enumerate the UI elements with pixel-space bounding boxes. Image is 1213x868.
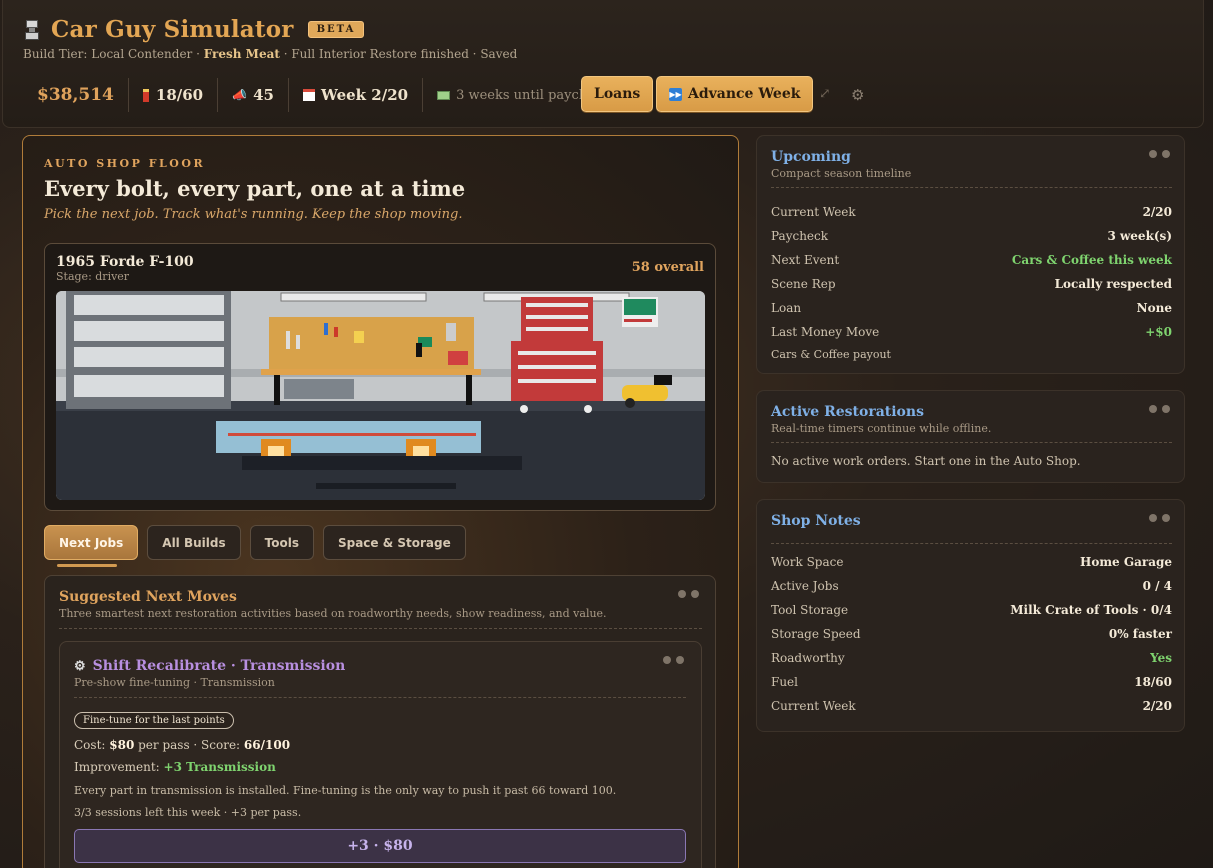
restorations-menu-dots-icon[interactable] xyxy=(1144,405,1170,413)
notes-menu-dots-icon[interactable] xyxy=(1144,514,1170,522)
upcoming-subtitle: Compact season timeline xyxy=(771,167,912,180)
job-description: Every part in transmission is installed.… xyxy=(74,784,617,797)
notes-row: Current Week 2/20 xyxy=(771,699,1172,713)
upcoming-row: Loan None xyxy=(771,301,1172,315)
upcoming-row: Last Money Move +$0 xyxy=(771,325,1172,339)
garage-illustration xyxy=(56,291,705,500)
job-card: ⚙ Shift Recalibrate · Transmission Pre-sh… xyxy=(59,641,702,868)
active-tab-indicator xyxy=(57,564,117,567)
upcoming-panel: Upcoming Compact season timeline Current… xyxy=(756,135,1185,374)
upcoming-row: Paycheck 3 week(s) xyxy=(771,229,1172,243)
upcoming-title: Upcoming xyxy=(771,149,851,165)
divider xyxy=(59,628,702,629)
job-subtitle: Pre-show fine-tuning · Transmission xyxy=(74,676,275,689)
divider xyxy=(74,697,686,698)
beta-badge: BETA xyxy=(307,21,365,38)
garage-scene-image xyxy=(56,291,705,500)
notes-row: Storage Speed 0% faster xyxy=(771,627,1172,641)
notes-row: Active Jobs 0 / 4 xyxy=(771,579,1172,593)
gear-icon: ⚙ xyxy=(74,658,86,674)
stats-row: $38,514 18/60 📣 45 Week 2/20 3 weeks unti… xyxy=(23,76,624,114)
upcoming-row: Scene Rep Locally respected xyxy=(771,277,1172,291)
toolbox-logo-icon xyxy=(23,18,43,42)
notes-row: Fuel 18/60 xyxy=(771,675,1172,689)
shop-notes-panel: Shop Notes Work Space Home Garage Active … xyxy=(756,499,1185,732)
upcoming-row: Next Event Cars & Coffee this week xyxy=(771,253,1172,267)
app-title: Car Guy Simulator xyxy=(51,16,294,43)
tier-name: Fresh Meat xyxy=(203,47,280,61)
restorations-subtitle: Real-time timers continue while offline. xyxy=(771,422,992,435)
week-stat: Week 2/20 xyxy=(289,78,424,112)
expand-icon[interactable]: ⤢ xyxy=(819,86,831,102)
money-stat: $38,514 xyxy=(23,78,129,112)
upcoming-menu-dots-icon[interactable] xyxy=(1144,150,1170,158)
car-overall-score: 58 overall xyxy=(631,260,704,275)
job-title[interactable]: ⚙ Shift Recalibrate · Transmission xyxy=(74,658,345,674)
moves-title: Suggested Next Moves xyxy=(59,589,237,605)
tab-space-storage[interactable]: Space & Storage xyxy=(322,525,466,560)
tab-next-jobs[interactable]: Next Jobs xyxy=(44,525,139,560)
job-sessions: 3/3 sessions left this week · +3 per pas… xyxy=(74,806,302,819)
calendar-icon xyxy=(302,89,315,101)
job-cost-line: Cost: $80 per pass · Score: 66/100 xyxy=(74,738,291,752)
notes-row: Work Space Home Garage xyxy=(771,555,1172,569)
run-pass-button[interactable]: +3 · $80 xyxy=(74,829,686,863)
upcoming-row: Current Week 2/20 xyxy=(771,205,1172,219)
car-name: 1965 Forde F-100 xyxy=(56,254,194,270)
tab-all-builds[interactable]: All Builds xyxy=(147,525,241,560)
upcoming-row: Cars & Coffee payout xyxy=(771,348,891,361)
car-card: 1965 Forde F-100 Stage: driver 58 overal… xyxy=(44,243,716,511)
tab-tools[interactable]: Tools xyxy=(249,525,314,560)
notes-title: Shop Notes xyxy=(771,513,861,529)
cash-icon xyxy=(437,90,451,100)
settings-gear-icon[interactable]: ⚙ xyxy=(851,86,864,104)
shop-tabs: Next Jobs All Builds Tools Space & Stora… xyxy=(44,525,475,560)
auto-shop-panel: AUTO SHOP FLOOR Every bolt, every part, … xyxy=(22,135,739,868)
fuel-stat: 18/60 xyxy=(129,78,219,112)
shop-tagline: Pick the next job. Track what's running.… xyxy=(44,207,463,222)
build-tier-subline: Build Tier: Local Contender · Fresh Meat… xyxy=(23,47,518,61)
car-stage: Stage: driver xyxy=(56,270,130,283)
fuel-can-icon xyxy=(142,88,149,102)
rep-stat: 📣 45 xyxy=(218,78,289,112)
advance-week-button[interactable]: ▶▶ Advance Week xyxy=(656,76,814,112)
moves-subtitle: Three smartest next restoration activiti… xyxy=(59,607,607,620)
active-restorations-panel: Active Restorations Real-time timers con… xyxy=(756,390,1185,483)
job-improvement-line: Improvement: +3 Transmission xyxy=(74,760,276,774)
restorations-title: Active Restorations xyxy=(771,404,924,420)
notes-row: Roadworthy Yes xyxy=(771,651,1172,665)
megaphone-icon: 📣 xyxy=(232,88,248,102)
divider xyxy=(771,187,1172,188)
title-row: Car Guy Simulator BETA xyxy=(23,16,365,43)
notes-row: Tool Storage Milk Crate of Tools · 0/4 xyxy=(771,603,1172,617)
divider xyxy=(771,442,1172,443)
fast-forward-icon: ▶▶ xyxy=(669,87,682,101)
shop-title: Every bolt, every part, one at a time xyxy=(44,176,466,201)
suggested-moves-panel: Suggested Next Moves Three smartest next… xyxy=(44,575,716,868)
top-header: Car Guy Simulator BETA Build Tier: Local… xyxy=(2,0,1204,128)
divider xyxy=(771,543,1172,544)
job-menu-dots-icon[interactable] xyxy=(658,656,684,664)
section-eyebrow: AUTO SHOP FLOOR xyxy=(44,157,206,170)
restorations-empty-message: No active work orders. Start one in the … xyxy=(771,454,1081,468)
loans-button[interactable]: Loans xyxy=(581,76,654,112)
panel-menu-dots-icon[interactable] xyxy=(673,590,699,598)
job-tag-pill: Fine-tune for the last points xyxy=(74,712,234,729)
